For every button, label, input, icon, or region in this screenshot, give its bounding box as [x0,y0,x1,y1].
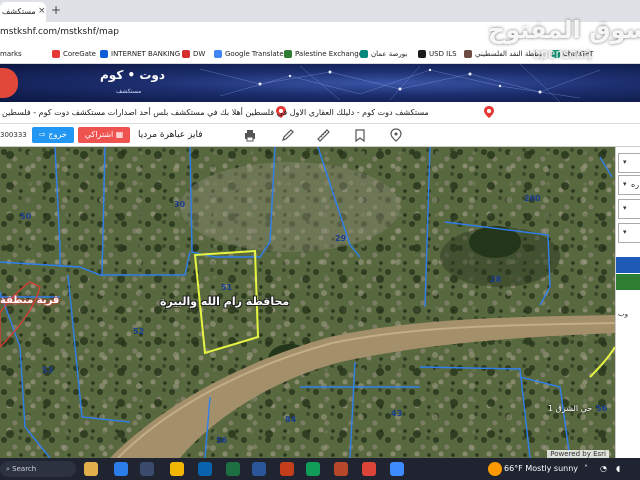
site-logo-sub: مستكشف [116,88,142,95]
filter-select[interactable]: ▾ [618,223,640,243]
location-pin-icon[interactable] [389,128,403,142]
esri-attribution[interactable]: Powered by Esri [547,450,609,458]
marquee-text: مستكشف دوت كوم - دليلك العقاري الاول في … [2,108,429,117]
bookmark-item[interactable]: DW [182,50,205,58]
bookmark-item[interactable]: سلطة النقد الفلسطيني [464,50,543,58]
parcel-number: 84 [285,415,297,424]
new-tab-button[interactable]: + [51,3,61,17]
filter-panel: ▾ ▾ ره ▾ ▾ وب [615,147,640,458]
coregate-icon [52,50,60,58]
filter-select[interactable]: ▾ [618,199,640,219]
site-header: دوت • كوم مستكشف [0,64,640,102]
parcel-number: 52 [133,327,145,336]
chevron-up-icon[interactable]: ˄ [584,464,588,473]
bank-icon [100,50,108,58]
amman-exchange-icon [360,50,368,58]
app-icon[interactable] [390,462,404,476]
dw-icon [182,50,190,58]
app-icon[interactable] [334,462,348,476]
edge-icon[interactable] [114,462,128,476]
bookmark-item[interactable]: CoreGate [52,50,96,58]
map-toolbar: 300333 ⇨ خروج اشتراكي ▦ فايز عباهرة مردي… [0,124,640,147]
bookmark-icon[interactable] [353,128,367,142]
parcel-number: 28 [490,275,502,284]
search-button[interactable] [616,257,640,273]
news-marquee: مستكشف دوت كوم - دليلك العقاري الاول في … [0,102,640,124]
screen: مستكشف × + mstkshf.com/mstkshf/map marks… [0,0,640,480]
location-pin-icon [484,106,494,118]
browser-tab[interactable]: مستكشف × [0,2,46,22]
phone-number: 300333 [0,131,27,139]
parcel-number: 29 [335,234,347,243]
village-label: قرية منطقة [0,295,60,306]
parcel-number: 51 [221,283,233,292]
network-graphic [199,64,601,102]
weather-icon[interactable] [488,462,502,476]
satellite-map[interactable]: 50 30 29 200 51 28 52 53 43 84 56 56 محا… [0,147,615,458]
excel-icon[interactable] [226,462,240,476]
weather-text[interactable]: 66°F Mostly sunny [504,464,578,473]
username: فايز عباهرة مرديا [138,130,203,140]
map-canvas[interactable] [0,147,615,458]
chevron-down-icon: ▾ [623,180,627,188]
parcel-number: 30 [174,200,186,209]
bookmark-item[interactable]: USD ILS [418,50,457,58]
currency-icon [418,50,426,58]
parcel-label[interactable]: محافظة رام الله والبيرة [160,295,289,308]
rocky-area [180,162,400,252]
bookmark-item[interactable]: بورصة عمان [360,50,407,58]
powerpoint-icon[interactable] [280,462,294,476]
word-icon[interactable] [252,462,266,476]
outlook-icon[interactable] [198,462,212,476]
translate-icon [214,50,222,58]
chrome-icon[interactable] [362,462,376,476]
task-view-icon[interactable] [140,462,154,476]
taskbar-search[interactable]: ⌕ Search [0,461,76,477]
parcel-number: 56 [216,436,228,445]
chevron-down-icon: ▾ [623,204,627,212]
volume-icon[interactable]: ◖ [616,464,620,473]
bookmark-item[interactable]: INTERNET BANKING [100,50,180,58]
bookmark-item[interactable]: Palestine Exchange [284,50,363,58]
chevron-down-icon: ▾ [623,228,627,236]
filter-select[interactable]: ▾ [618,153,640,173]
bookmark-item[interactable]: Google Translate [214,50,284,58]
filter-select[interactable]: ▾ ره [618,175,640,195]
tab-close-icon[interactable]: × [38,6,46,16]
network-icon[interactable]: ◔ [600,464,607,473]
url-text[interactable]: mstkshf.com/mstkshf/map [0,27,119,37]
parcel-number: 56 [596,404,608,413]
side-label: وب [618,310,628,318]
watermark-text: السوق المفتوح [488,16,640,44]
print-icon[interactable] [243,128,257,142]
exit-button[interactable]: ⇨ خروج [32,127,74,143]
windows-taskbar: ⌕ Search 66°F Mostly sunny ˄ ◔ ◖ [0,458,640,480]
parcel-number: 53 [42,366,54,375]
neighborhood-label: حي الشرق 1 [548,404,593,413]
confirm-button[interactable] [616,274,640,290]
subscription-button[interactable]: اشتراكي ▦ [78,127,130,143]
watermark-sub: opensooq [533,47,592,61]
pencil-icon[interactable] [281,128,295,142]
tab-title: مستكشف [2,7,36,16]
exchange-icon [284,50,292,58]
app-icon[interactable] [306,462,320,476]
parcel-number: 50 [20,212,32,221]
parcel-number: 43 [391,409,403,418]
parcel-number: 200 [524,194,541,203]
site-logo[interactable]: دوت • كوم [100,68,165,82]
file-explorer-icon[interactable] [170,462,184,476]
app-icon[interactable] [84,462,98,476]
ruler-icon[interactable] [316,128,330,142]
monetary-authority-icon [464,50,472,58]
bookmark-item[interactable]: marks [0,50,22,58]
chevron-down-icon: ▾ [623,158,627,166]
